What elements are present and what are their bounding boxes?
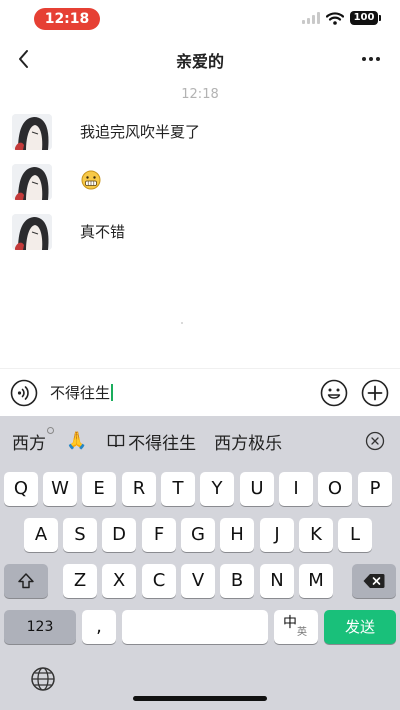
key-z[interactable]: Z: [63, 564, 97, 598]
key-d[interactable]: D: [102, 518, 136, 552]
keyboard: 西方 🙏 不得往生 西方极乐 Q W E R T Y U I O P A S D…: [0, 416, 400, 710]
message-text[interactable]: 我追完风吹半夏了: [80, 121, 200, 142]
key-f[interactable]: F: [142, 518, 176, 552]
face-with-teeth-emoji[interactable]: [80, 169, 102, 195]
key-c[interactable]: C: [142, 564, 176, 598]
space-bar[interactable]: [122, 610, 268, 644]
message-row: 真不错: [12, 214, 392, 254]
send-button[interactable]: 发送: [324, 610, 396, 644]
battery-icon: 100: [350, 11, 381, 25]
text-caret: [111, 384, 114, 401]
lang-sub-label: 英: [297, 627, 307, 638]
key-n[interactable]: N: [260, 564, 294, 598]
key-h[interactable]: H: [220, 518, 254, 552]
globe-icon[interactable]: [30, 666, 56, 692]
message-text[interactable]: 真不错: [80, 221, 125, 242]
candidate-label: 不得往生: [128, 433, 197, 454]
language-toggle-button[interactable]: 中 英: [274, 610, 318, 644]
key-l[interactable]: L: [338, 518, 372, 552]
comma-key[interactable]: ,: [82, 610, 116, 644]
backspace-button[interactable]: [352, 564, 396, 598]
candidate-item[interactable]: 西方: [12, 426, 54, 454]
message-row: 我追完风吹半夏了: [12, 114, 392, 154]
key-x[interactable]: X: [102, 564, 136, 598]
backspace-icon: [363, 574, 385, 588]
key-m[interactable]: M: [299, 564, 333, 598]
key-k[interactable]: K: [299, 518, 333, 552]
emoji-icon[interactable]: [320, 379, 348, 407]
key-q[interactable]: Q: [4, 472, 38, 506]
key-u[interactable]: U: [240, 472, 274, 506]
key-t[interactable]: T: [161, 472, 195, 506]
candidate-item[interactable]: 🙏: [66, 431, 87, 451]
message-row: [12, 164, 392, 204]
lang-main-label: 中: [283, 615, 297, 631]
chat-area[interactable]: 12:18 我追完风吹半夏了 真不错: [0, 78, 400, 368]
divider-dot: [181, 322, 183, 324]
message-input-value: 不得往生: [50, 384, 111, 402]
chat-timestamp: 12:18: [181, 87, 219, 102]
message-input[interactable]: 不得往生: [50, 381, 300, 405]
key-s[interactable]: S: [63, 518, 97, 552]
key-w[interactable]: W: [43, 472, 77, 506]
key-o[interactable]: O: [318, 472, 352, 506]
key-j[interactable]: J: [260, 518, 294, 552]
close-candidates-icon[interactable]: [365, 431, 385, 451]
home-indicator: [133, 696, 267, 701]
wifi-icon: [326, 11, 344, 25]
candidate-label: 西方: [12, 433, 46, 454]
avatar[interactable]: [12, 164, 52, 200]
book-icon: [108, 434, 125, 448]
numbers-button[interactable]: 123: [4, 610, 76, 644]
key-r[interactable]: R: [122, 472, 156, 506]
candidate-marker-icon: [47, 426, 54, 434]
key-v[interactable]: V: [181, 564, 215, 598]
key-g[interactable]: G: [181, 518, 215, 552]
candidate-bar: 西方 🙏 不得往生 西方极乐: [0, 416, 400, 466]
key-a[interactable]: A: [24, 518, 58, 552]
candidate-item[interactable]: 西方极乐: [214, 429, 282, 454]
key-i[interactable]: I: [279, 472, 313, 506]
key-e[interactable]: E: [82, 472, 116, 506]
avatar[interactable]: [12, 114, 52, 150]
key-b[interactable]: B: [220, 564, 254, 598]
status-bar: 12:18 100: [0, 0, 400, 40]
page-title: 亲爱的: [175, 52, 224, 71]
shift-icon: [18, 573, 34, 589]
plus-icon[interactable]: [361, 379, 389, 407]
status-time: 12:18: [34, 8, 100, 30]
nav-bar: 亲爱的: [0, 40, 400, 78]
shift-button[interactable]: [4, 564, 48, 598]
input-bar: 不得往生: [0, 368, 400, 416]
key-p[interactable]: P: [358, 472, 392, 506]
avatar[interactable]: [12, 214, 52, 250]
signal-icon: [302, 12, 320, 24]
key-y[interactable]: Y: [200, 472, 234, 506]
voice-icon[interactable]: [10, 379, 38, 407]
status-icons: 100: [302, 11, 381, 25]
candidate-item[interactable]: 不得往生: [107, 429, 196, 454]
more-icon[interactable]: [358, 46, 384, 72]
